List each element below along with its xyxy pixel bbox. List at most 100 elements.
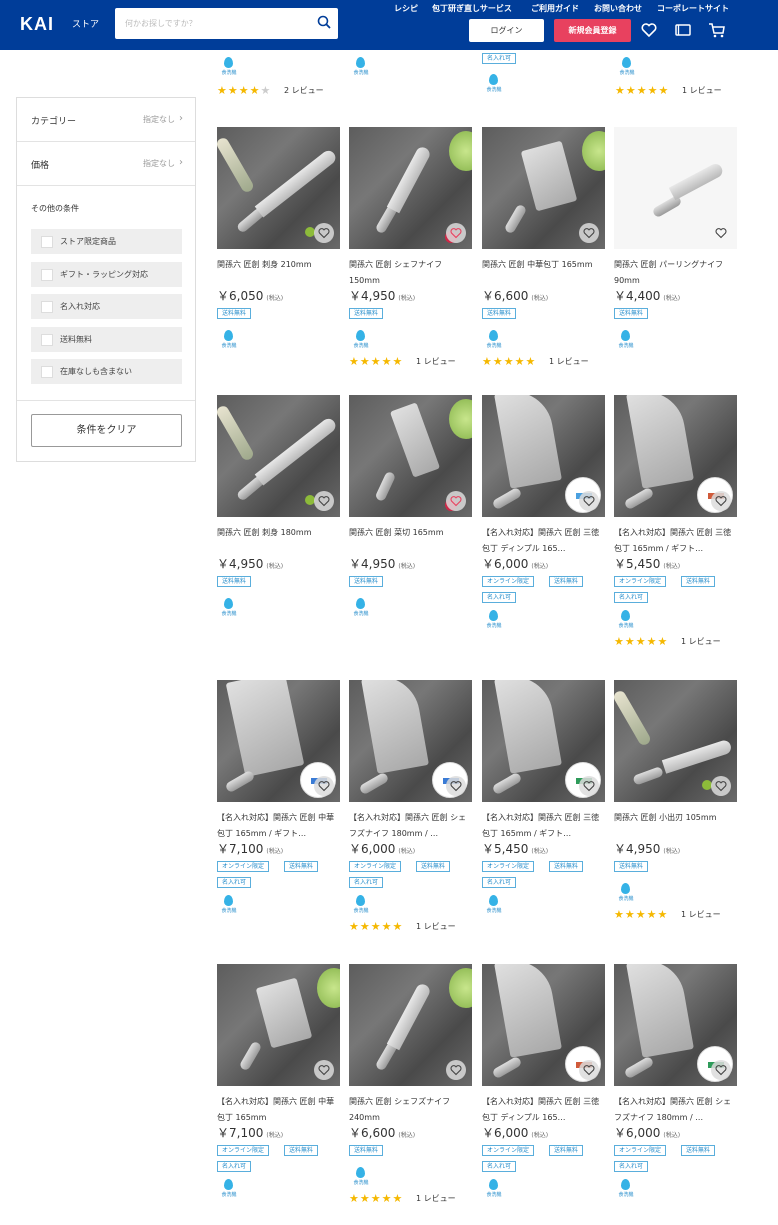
product-tag: オンライン限定 xyxy=(614,576,667,587)
product-image[interactable] xyxy=(217,680,340,802)
option-free-shipping[interactable]: 送料無料 xyxy=(31,327,182,352)
price-value: 指定なし xyxy=(143,159,175,168)
checkbox[interactable] xyxy=(41,236,53,248)
option-gift-wrapping[interactable]: ギフト・ラッピング対応 xyxy=(31,262,182,287)
product-name[interactable]: 【名入れ対応】関孫六 匠創 三徳包丁 165mm / ギフト… xyxy=(614,525,737,557)
option-store-limited[interactable]: ストア限定商品 xyxy=(31,229,182,254)
engraving-tag: 名入れ可 xyxy=(482,53,517,64)
card-icon[interactable] xyxy=(674,21,692,39)
product-tag: 送料無料 xyxy=(217,308,252,319)
price-filter[interactable]: 価格 指定なし › xyxy=(17,142,195,186)
review-count[interactable]: 1 レビュー xyxy=(681,636,721,647)
product-image[interactable] xyxy=(482,964,605,1086)
dishwasher-icon: 食洗機 xyxy=(218,596,240,618)
review-count[interactable]: 1 レビュー xyxy=(681,909,721,920)
review-count[interactable]: 1 レビュー xyxy=(549,356,589,367)
product-tag: オンライン限定 xyxy=(482,1145,535,1156)
favorite-heart-icon[interactable] xyxy=(579,1060,599,1080)
product-name[interactable]: 【名入れ対応】関孫六 匠創 三徳包丁 ディンプル 165… xyxy=(482,1094,605,1126)
dishwasher-icon: 食洗機 xyxy=(218,328,240,350)
product-image[interactable] xyxy=(614,680,737,802)
product-image[interactable] xyxy=(614,127,737,249)
favorite-heart-icon[interactable] xyxy=(579,491,599,511)
favorite-heart-icon[interactable] xyxy=(446,223,466,243)
search-box[interactable]: 何かお探しですか？ xyxy=(115,8,338,39)
dishwasher-icon: 食洗機 xyxy=(615,1177,637,1199)
dishwasher-icon: 食洗機 xyxy=(483,72,505,94)
product-name[interactable]: 【名入れ対応】関孫六 匠創 三徳包丁 165mm / ギフト… xyxy=(482,810,605,842)
product-name[interactable]: 関孫六 匠創 菜切 165mm xyxy=(349,525,472,541)
product-name[interactable]: 【名入れ対応】関孫六 匠創 三徳包丁 ディンプル 165… xyxy=(482,525,605,557)
review-count[interactable]: 1 レビュー xyxy=(416,356,456,367)
product-image[interactable] xyxy=(349,395,472,517)
favorite-heart-icon[interactable] xyxy=(711,491,731,511)
nav-contact[interactable]: お問い合わせ xyxy=(594,3,642,15)
product-image[interactable] xyxy=(482,127,605,249)
checkbox[interactable] xyxy=(41,366,53,378)
price-value: ￥7,100 xyxy=(217,1126,264,1140)
search-icon[interactable] xyxy=(316,14,332,30)
search-input[interactable]: 何かお探しですか？ xyxy=(125,18,197,29)
product-name[interactable]: 関孫六 匠創 シェフナイフ 150mm xyxy=(349,257,472,289)
favorite-heart-icon[interactable] xyxy=(711,1060,731,1080)
nav-sharpening[interactable]: 包丁研ぎ直しサービス xyxy=(432,3,512,15)
option-label: 在庫なしも含まない xyxy=(60,367,132,376)
favorite-heart-icon[interactable] xyxy=(579,776,599,796)
product-name[interactable]: 【名入れ対応】関孫六 匠創 中華包丁 165mm xyxy=(217,1094,340,1126)
product-image[interactable] xyxy=(349,964,472,1086)
review-count[interactable]: 1 レビュー xyxy=(682,85,722,96)
favorite-heart-icon[interactable] xyxy=(314,223,334,243)
product-name[interactable]: 関孫六 匠創 刺身 210mm xyxy=(217,257,340,273)
option-engraving[interactable]: 名入れ対応 xyxy=(31,294,182,319)
category-filter[interactable]: カテゴリー 指定なし › xyxy=(17,98,195,142)
checkbox[interactable] xyxy=(41,301,53,313)
option-exclude-out-of-stock[interactable]: 在庫なしも含まない xyxy=(31,359,182,384)
favorite-heart-icon[interactable] xyxy=(446,776,466,796)
chevron-right-icon: › xyxy=(179,157,183,168)
product-image[interactable] xyxy=(217,964,340,1086)
product-image[interactable] xyxy=(614,964,737,1086)
clear-conditions-button[interactable]: 条件をクリア xyxy=(31,414,182,447)
heart-icon[interactable] xyxy=(640,21,658,39)
checkbox[interactable] xyxy=(41,334,53,346)
nav-recipe[interactable]: レシピ xyxy=(394,3,418,15)
favorite-heart-icon[interactable] xyxy=(314,1060,334,1080)
product-name[interactable]: 【名入れ対応】関孫六 匠創 シェフズナイフ 180mm / … xyxy=(349,810,472,842)
product-tag: 送料無料 xyxy=(549,1145,584,1156)
review-count[interactable]: 1 レビュー xyxy=(416,921,456,932)
product-name[interactable]: 【名入れ対応】関孫六 匠創 シェフズナイフ 180mm / … xyxy=(614,1094,737,1126)
nav-guide[interactable]: ご利用ガイド xyxy=(531,3,579,15)
review-count[interactable]: 2 レビュー xyxy=(284,85,324,96)
product-image[interactable] xyxy=(217,127,340,249)
favorite-heart-icon[interactable] xyxy=(579,223,599,243)
signup-button[interactable]: 新規会員登録 xyxy=(554,19,631,42)
favorite-heart-icon[interactable] xyxy=(446,1060,466,1080)
product-tag: 名入れ可 xyxy=(614,1161,649,1172)
favorite-heart-icon[interactable] xyxy=(446,491,466,511)
product-name[interactable]: 関孫六 匠創 中華包丁 165mm xyxy=(482,257,605,273)
product-name[interactable]: 関孫六 匠創 パーリングナイフ 90mm xyxy=(614,257,737,289)
product-name[interactable]: 関孫六 匠創 シェフズナイフ 240mm xyxy=(349,1094,472,1126)
review-count[interactable]: 1 レビュー xyxy=(416,1193,456,1204)
product-tag: 送料無料 xyxy=(349,576,384,587)
product-image[interactable] xyxy=(482,395,605,517)
product-name[interactable]: 関孫六 匠創 小出刃 105mm xyxy=(614,810,737,826)
favorite-heart-icon[interactable] xyxy=(711,223,731,243)
kai-logo[interactable]: KAI xyxy=(20,15,62,33)
checkbox[interactable] xyxy=(41,269,53,281)
login-button[interactable]: ログイン xyxy=(469,19,544,42)
favorite-heart-icon[interactable] xyxy=(314,491,334,511)
cart-icon[interactable] xyxy=(708,21,726,39)
nav-corporate[interactable]: コーポレートサイト xyxy=(657,3,729,15)
favorite-heart-icon[interactable] xyxy=(314,776,334,796)
product-image[interactable] xyxy=(482,680,605,802)
product-image[interactable] xyxy=(614,395,737,517)
tax-label: (税込) xyxy=(266,295,284,302)
product-image[interactable] xyxy=(349,127,472,249)
product-image[interactable] xyxy=(349,680,472,802)
product-image[interactable] xyxy=(217,395,340,517)
product-name[interactable]: 【名入れ対応】関孫六 匠創 中華包丁 165mm / ギフト… xyxy=(217,810,340,842)
store-label[interactable]: ストア xyxy=(72,17,99,30)
product-name[interactable]: 関孫六 匠創 刺身 180mm xyxy=(217,525,340,541)
favorite-heart-icon[interactable] xyxy=(711,776,731,796)
